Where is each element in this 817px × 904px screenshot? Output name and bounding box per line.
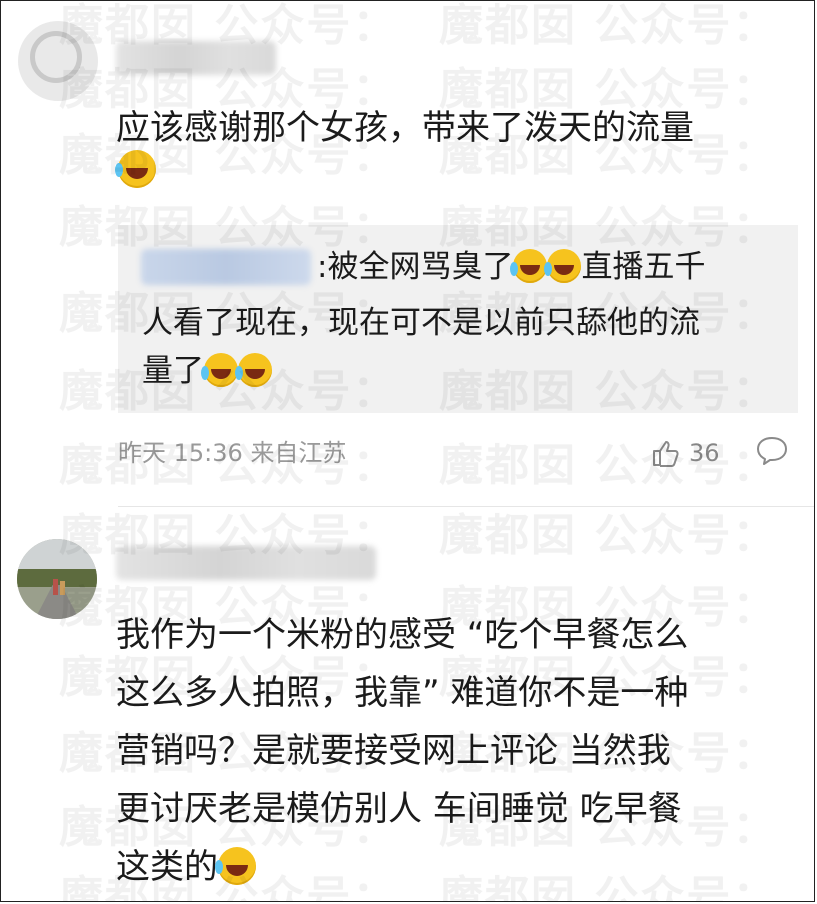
comment-meta: 昨天 15:36 来自江苏	[118, 433, 346, 468]
watermark: 魔都囡 公众号：	[439, 440, 779, 491]
laugh-cry-icon	[115, 150, 156, 188]
like-button[interactable]: 36	[651, 433, 720, 473]
laugh-cry-icon	[544, 248, 582, 283]
avatar[interactable]	[18, 21, 98, 101]
comment-text: 我作为一个米粉的感受 “吃个早餐怎么 这么多人拍照，我靠” 难道你不是一种 营销…	[116, 606, 688, 896]
like-count: 36	[689, 439, 720, 467]
laugh-cry-icon	[215, 846, 256, 885]
comment-line: 营销吗？是就要接受网上评论 当然我	[116, 731, 671, 771]
reply-username-blurred[interactable]	[141, 249, 311, 285]
thumbs-up-icon	[653, 441, 679, 467]
avatar[interactable]	[17, 539, 97, 619]
reply-line-3: 量了	[142, 343, 272, 399]
laugh-cry-icon	[510, 248, 548, 283]
watermark: 魔都囡 公众号：	[439, 0, 779, 51]
comment-icon[interactable]	[755, 435, 789, 467]
username-blurred[interactable]	[116, 41, 276, 75]
comment-text: 应该感谢那个女孩，带来了泼天的流量	[116, 108, 694, 148]
comment-emoji-row	[115, 150, 156, 188]
laugh-cry-icon	[235, 352, 272, 387]
comment-line: 更讨厌老是模仿别人 车间睡觉 吃早餐	[116, 789, 682, 829]
reply-line-1: :被全网骂臭了 直播五千	[317, 248, 706, 285]
comment-line-last: 这类的	[116, 838, 688, 896]
comment-location: 来自江苏	[250, 439, 347, 467]
laugh-cry-icon	[201, 352, 238, 387]
comment-divider	[118, 506, 814, 507]
username-blurred[interactable]	[116, 546, 376, 580]
comment-screenshot: 应该感谢那个女孩，带来了泼天的流量 :被全网骂臭了 直播五千 人看了现在，现在可不…	[0, 0, 815, 902]
watermark: 魔都囡 公众号：	[439, 510, 779, 561]
comment-time: 昨天 15:36	[118, 439, 243, 467]
comment-line: 这么多人拍照，我靠” 难道你不是一种	[116, 673, 689, 713]
comment-line: 我作为一个米粉的感受 “吃个早餐怎么	[116, 615, 689, 655]
